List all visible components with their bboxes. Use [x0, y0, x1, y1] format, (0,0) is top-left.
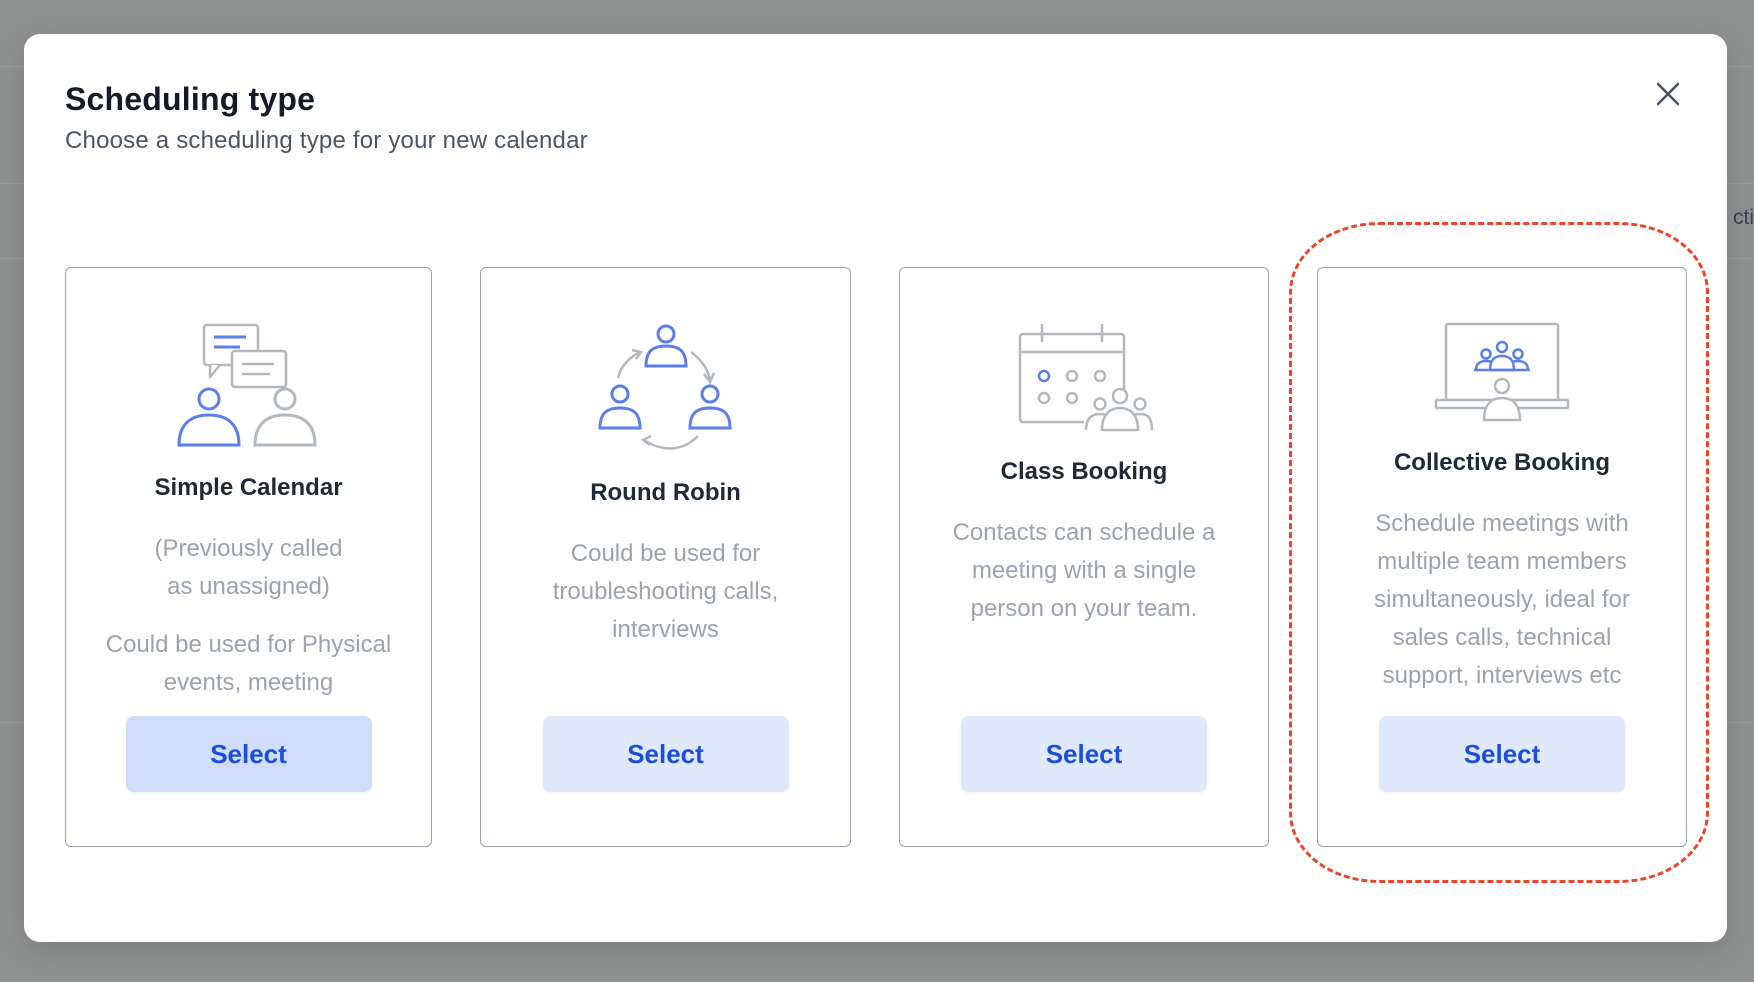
- card-collective-booking: Collective Booking Schedule meetings wit…: [1317, 267, 1687, 847]
- card-description: Could be used for Physical events, meeti…: [105, 631, 392, 696]
- scheduling-type-modal: Scheduling type Choose a scheduling type…: [24, 34, 1727, 942]
- card-description-note: (Previously called as unassigned): [154, 535, 343, 600]
- calendar-group-icon: [1018, 324, 1154, 434]
- presentation-group-icon: [1434, 322, 1570, 422]
- card-title: Simple Calendar: [154, 474, 343, 501]
- select-button-collective-booking[interactable]: Select: [1379, 716, 1625, 792]
- card-title: Round Robin: [590, 479, 741, 506]
- modal-title: Scheduling type: [65, 81, 316, 117]
- card-class-booking: Class Booking Contacts can schedule a me…: [899, 267, 1269, 847]
- select-button-round-robin[interactable]: Select: [542, 716, 789, 792]
- card-title: Class Booking: [1000, 458, 1168, 485]
- card-description: Schedule meetings with multiple team mem…: [1374, 510, 1630, 689]
- card-description: Contacts can schedule a meeting with a s…: [952, 519, 1216, 622]
- close-icon: [1656, 82, 1680, 106]
- card-round-robin: Round Robin Could be used for troublesho…: [480, 267, 851, 847]
- card-description: Could be used for troubleshooting calls,…: [552, 540, 779, 643]
- card-simple-calendar: Simple Calendar (Previously called as un…: [65, 267, 432, 847]
- modal-subtitle: Choose a scheduling type for your new ca…: [65, 127, 588, 154]
- chat-people-icon: [176, 323, 317, 447]
- round-robin-icon: [597, 324, 732, 450]
- select-button-simple-calendar[interactable]: Select: [125, 716, 372, 792]
- close-button[interactable]: [1648, 74, 1688, 114]
- card-title: Collective Booking: [1393, 449, 1611, 476]
- select-button-class-booking[interactable]: Select: [961, 716, 1207, 792]
